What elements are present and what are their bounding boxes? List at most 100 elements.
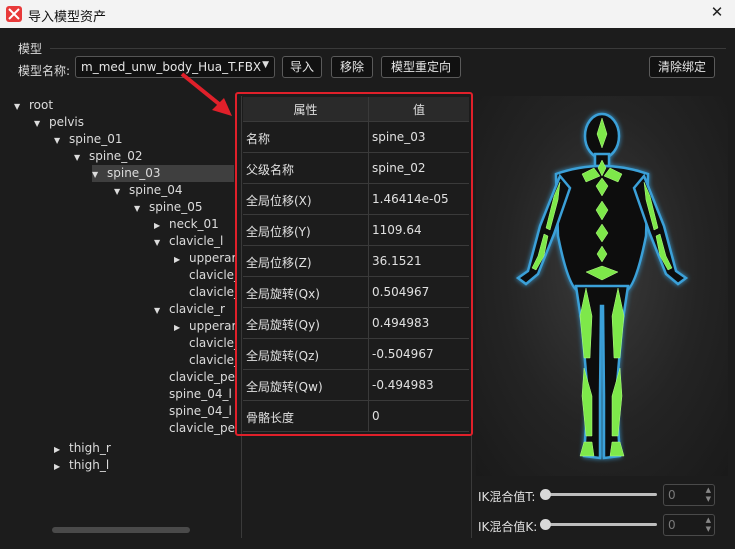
- ik-k-slider[interactable]: [545, 523, 657, 526]
- property-row[interactable]: 全局旋转(Qx) 0.504967: [243, 277, 469, 308]
- tree-item-label: clavicle_: [189, 285, 236, 299]
- tree-item-label: upperarm: [189, 251, 236, 265]
- collapsed-caret-icon[interactable]: ▶: [174, 251, 186, 268]
- property-key: 全局旋转(Qw): [246, 380, 323, 394]
- property-value: spine_03: [372, 130, 426, 144]
- properties-header: 属性 值: [243, 97, 469, 122]
- expanded-caret-icon[interactable]: ▼: [154, 302, 166, 319]
- tree-item[interactable]: clavicle_pe: [154, 369, 235, 386]
- ik-k-slider-handle[interactable]: [540, 519, 551, 530]
- tree-item[interactable]: ▶ thigh_r: [54, 440, 111, 457]
- close-icon[interactable]: ✕: [707, 3, 727, 23]
- spin-up-icon[interactable]: ▲: [706, 486, 711, 494]
- tree-item[interactable]: ▼ spine_03: [92, 165, 234, 182]
- app-logo-icon: [6, 6, 22, 22]
- property-row[interactable]: 全局位移(Y) 1109.64: [243, 215, 469, 246]
- tree-item[interactable]: ▼ spine_02: [74, 148, 142, 165]
- property-row[interactable]: 父级名称 spine_02: [243, 153, 469, 184]
- tree-item-label: spine_02: [89, 149, 143, 163]
- dialog-content: 模型 模型名称: m_med_unw_body_Hua_T.FBX ▼ 导入 移…: [0, 28, 735, 549]
- expanded-caret-icon[interactable]: ▼: [92, 166, 104, 183]
- tree-item[interactable]: spine_04_l: [154, 403, 232, 420]
- property-value: 36.1521: [372, 254, 422, 268]
- collapsed-caret-icon[interactable]: ▶: [54, 441, 66, 458]
- tree-item[interactable]: clavicle_: [174, 335, 236, 352]
- properties-table: 属性 值 名称 spine_03 父级名称 spine_02 全局位移(X) 1.4641…: [243, 97, 469, 432]
- tree-item[interactable]: ▶upperarm: [174, 250, 236, 267]
- ik-t-value: 0: [668, 488, 676, 502]
- property-row[interactable]: 全局旋转(Qy) 0.494983: [243, 308, 469, 339]
- tree-item[interactable]: ▼ clavicle_r: [154, 301, 225, 318]
- property-row[interactable]: 全局位移(Z) 36.1521: [243, 246, 469, 277]
- tree-item-label: clavicle_: [189, 268, 236, 282]
- tree-item-label: spine_04: [129, 183, 183, 197]
- expanded-caret-icon[interactable]: ▼: [34, 115, 46, 132]
- property-row[interactable]: 骨骼长度 0: [243, 401, 469, 432]
- property-key: 全局旋转(Qz): [246, 349, 320, 363]
- expanded-caret-icon[interactable]: ▼: [74, 149, 86, 166]
- property-value: 0.504967: [372, 285, 430, 299]
- expanded-caret-icon[interactable]: ▼: [134, 200, 146, 217]
- property-value: -0.504967: [372, 347, 434, 361]
- ik-t-slider-handle[interactable]: [540, 489, 551, 500]
- tree-item[interactable]: ▶upperarm: [174, 318, 236, 335]
- tree-item-label: pelvis: [49, 115, 85, 129]
- collapsed-caret-icon[interactable]: ▶: [54, 458, 66, 475]
- property-key: 全局旋转(Qx): [246, 287, 320, 301]
- tree-item-label: neck_01: [169, 217, 219, 231]
- ik-t-spinbox[interactable]: 0 ▲ ▼: [663, 484, 715, 506]
- ik-k-spinbox[interactable]: 0 ▲ ▼: [663, 514, 715, 536]
- property-value: spine_02: [372, 161, 426, 175]
- tree-item[interactable]: ▼ spine_01: [54, 131, 122, 148]
- spin-down-icon[interactable]: ▼: [706, 495, 711, 503]
- ik-t-slider[interactable]: [545, 493, 657, 496]
- property-row[interactable]: 全局位移(X) 1.46414e-05: [243, 184, 469, 215]
- property-key: 全局位移(Z): [246, 256, 312, 270]
- title-bar: 导入模型资产 ✕: [0, 0, 735, 28]
- model-name-label: 模型名称:: [18, 64, 71, 78]
- model-viewport[interactable]: [476, 96, 728, 476]
- tree-item[interactable]: ▶ neck_01: [154, 216, 219, 233]
- header-value: 值: [412, 103, 425, 117]
- tree-item[interactable]: ▼ pelvis: [34, 114, 84, 131]
- ik-k-value: 0: [668, 518, 676, 532]
- bone-tree[interactable]: ▶ thigh_l ▶ thigh_r clavicle_pe spine_04_l spi…: [8, 96, 236, 538]
- remove-button[interactable]: 移除: [331, 56, 373, 78]
- collapsed-caret-icon[interactable]: ▶: [174, 319, 186, 336]
- property-value: 0.494983: [372, 316, 430, 330]
- tree-item[interactable]: ▶ thigh_l: [54, 457, 109, 474]
- import-button[interactable]: 导入: [282, 56, 322, 78]
- tree-item[interactable]: clavicle_pe: [154, 420, 235, 437]
- expanded-caret-icon[interactable]: ▼: [14, 98, 26, 115]
- tree-item[interactable]: ▼ spine_05: [134, 199, 202, 216]
- property-row[interactable]: 全局旋转(Qw) -0.494983: [243, 370, 469, 401]
- expanded-caret-icon[interactable]: ▼: [154, 234, 166, 251]
- skeleton-figure: [515, 112, 689, 460]
- tree-item[interactable]: ▼ clavicle_l: [154, 233, 223, 250]
- tree-item[interactable]: clavicle_: [174, 284, 236, 301]
- model-select[interactable]: m_med_unw_body_Hua_T.FBX ▼: [75, 56, 275, 78]
- expanded-caret-icon[interactable]: ▼: [114, 183, 126, 200]
- tree-item[interactable]: clavicle_: [174, 267, 236, 284]
- tree-item[interactable]: ▼ spine_04: [114, 182, 182, 199]
- tree-item[interactable]: spine_04_l: [154, 386, 232, 403]
- header-property: 属性: [293, 103, 318, 117]
- tree-item[interactable]: ▼ root: [14, 97, 53, 114]
- tree-item-label: root: [29, 98, 54, 112]
- property-value: 0: [372, 409, 380, 423]
- expanded-caret-icon[interactable]: ▼: [54, 132, 66, 149]
- tree-item[interactable]: clavicle_: [174, 352, 236, 369]
- tree-item-label: spine_01: [69, 132, 123, 146]
- spin-down-icon[interactable]: ▼: [706, 525, 711, 533]
- tree-item-label: spine_04_l: [169, 404, 232, 418]
- spin-up-icon[interactable]: ▲: [706, 516, 711, 524]
- property-key: 父级名称: [246, 163, 295, 177]
- collapsed-caret-icon[interactable]: ▶: [154, 217, 166, 234]
- property-row[interactable]: 名称 spine_03: [243, 122, 469, 153]
- property-key: 全局位移(X): [246, 194, 312, 208]
- clear-binding-button[interactable]: 清除绑定: [649, 56, 715, 78]
- property-row[interactable]: 全局旋转(Qz) -0.504967: [243, 339, 469, 370]
- retarget-button[interactable]: 模型重定向: [381, 56, 461, 78]
- tree-horizontal-scrollbar[interactable]: [52, 527, 190, 533]
- property-key: 骨骼长度: [246, 411, 295, 425]
